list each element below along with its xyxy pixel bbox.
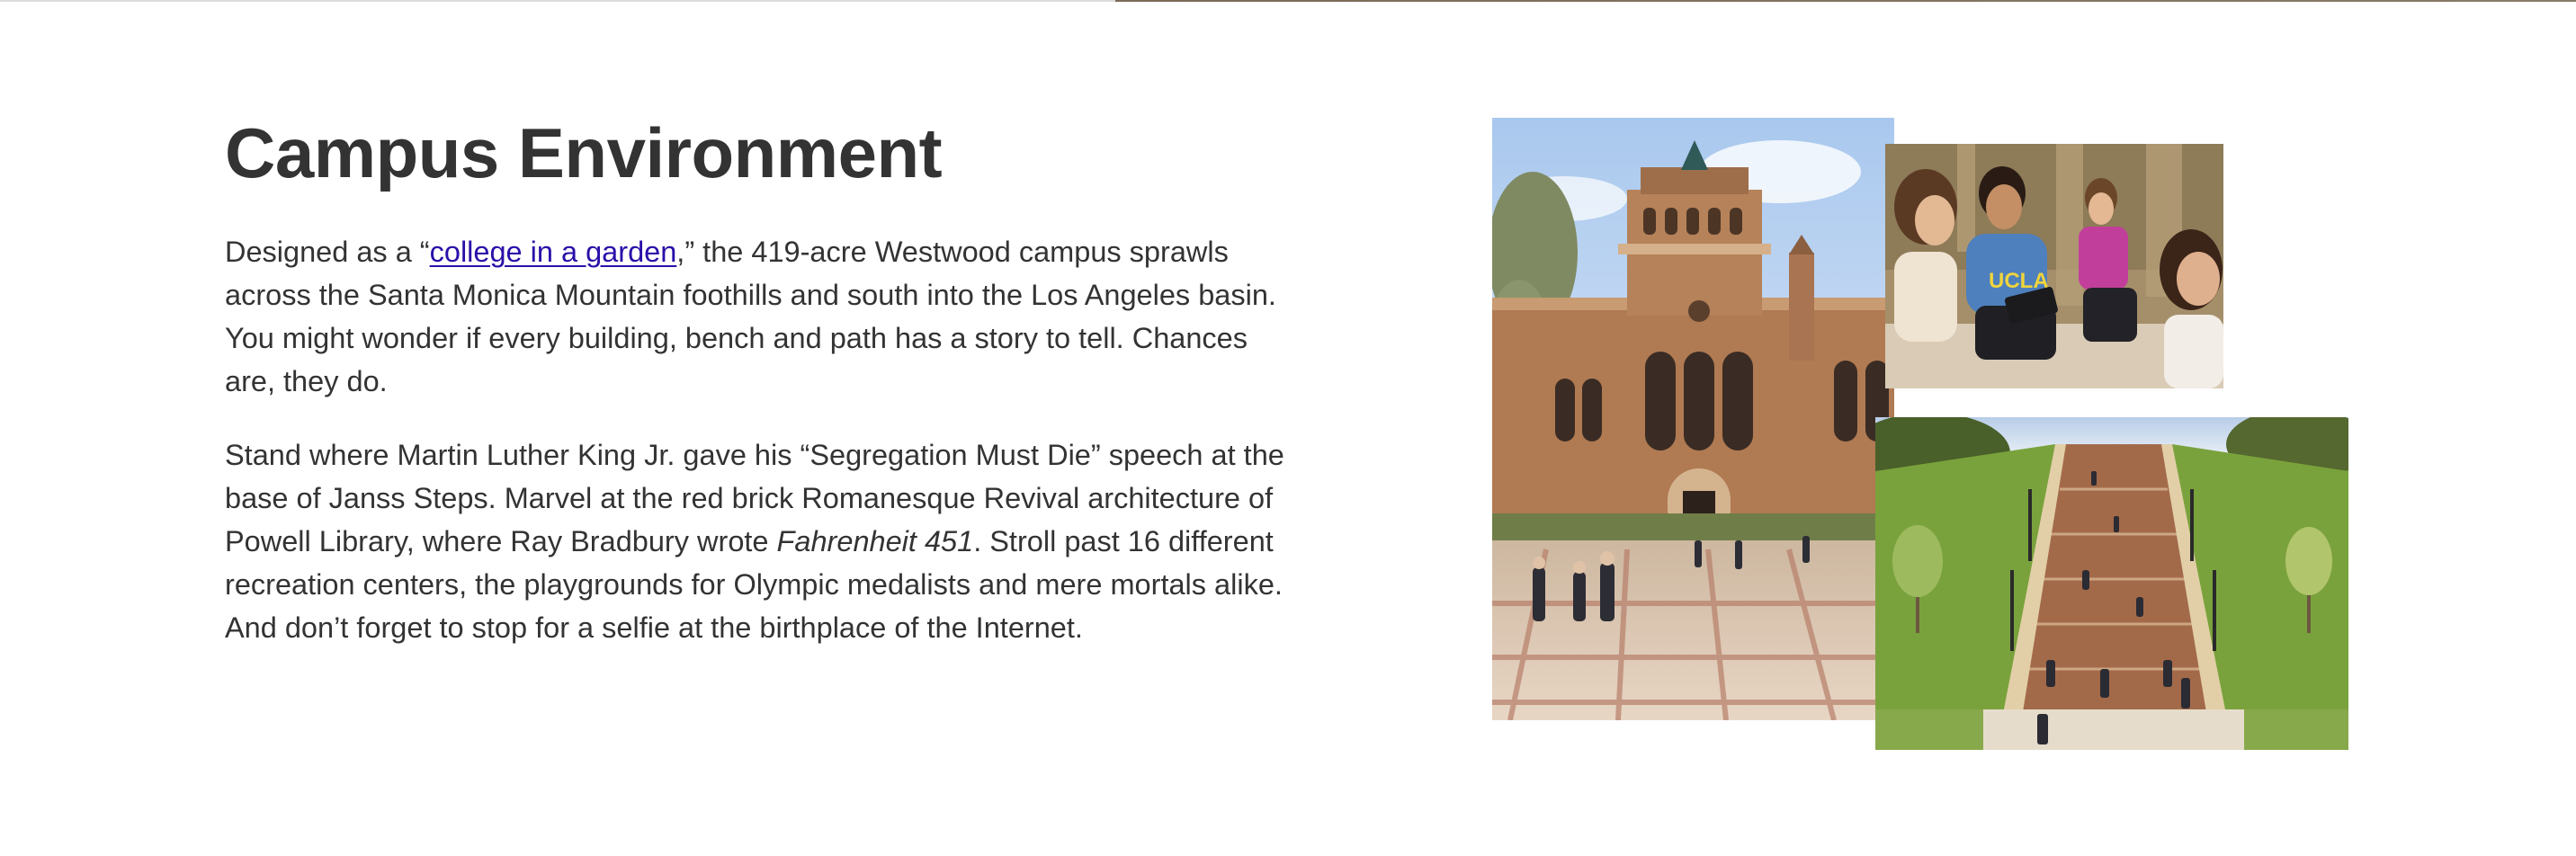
section-title: Campus Environment [225,113,943,192]
history-paragraph: Stand where Martin Luther King Jr. gave … [225,433,1286,649]
powell-library-photo [1492,118,1894,720]
students-photo: UCLA [1885,144,2223,388]
top-divider [0,0,2576,2]
intro-lead: Designed as a “ [225,236,430,268]
college-in-a-garden-link[interactable]: college in a garden [430,236,677,268]
janss-steps-photo [1875,417,2348,750]
book-title: Fahrenheit 451 [776,525,974,557]
campus-environment-section: Campus Environment Designed as a “colleg… [225,108,1286,680]
intro-paragraph: Designed as a “college in a garden,” the… [225,230,1286,403]
